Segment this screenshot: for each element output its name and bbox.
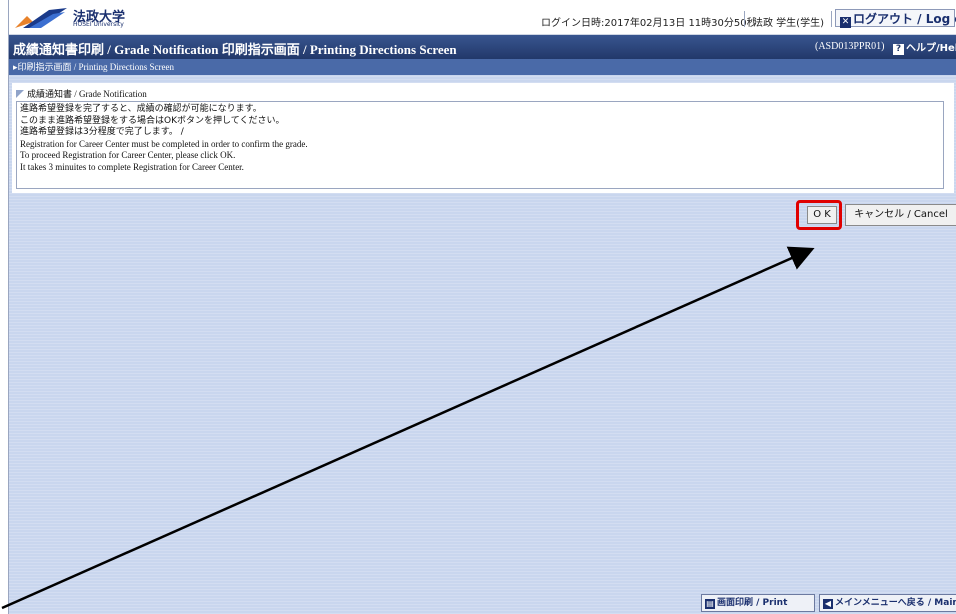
arrow-line <box>1 246 815 610</box>
annotation-arrow <box>1 246 815 610</box>
